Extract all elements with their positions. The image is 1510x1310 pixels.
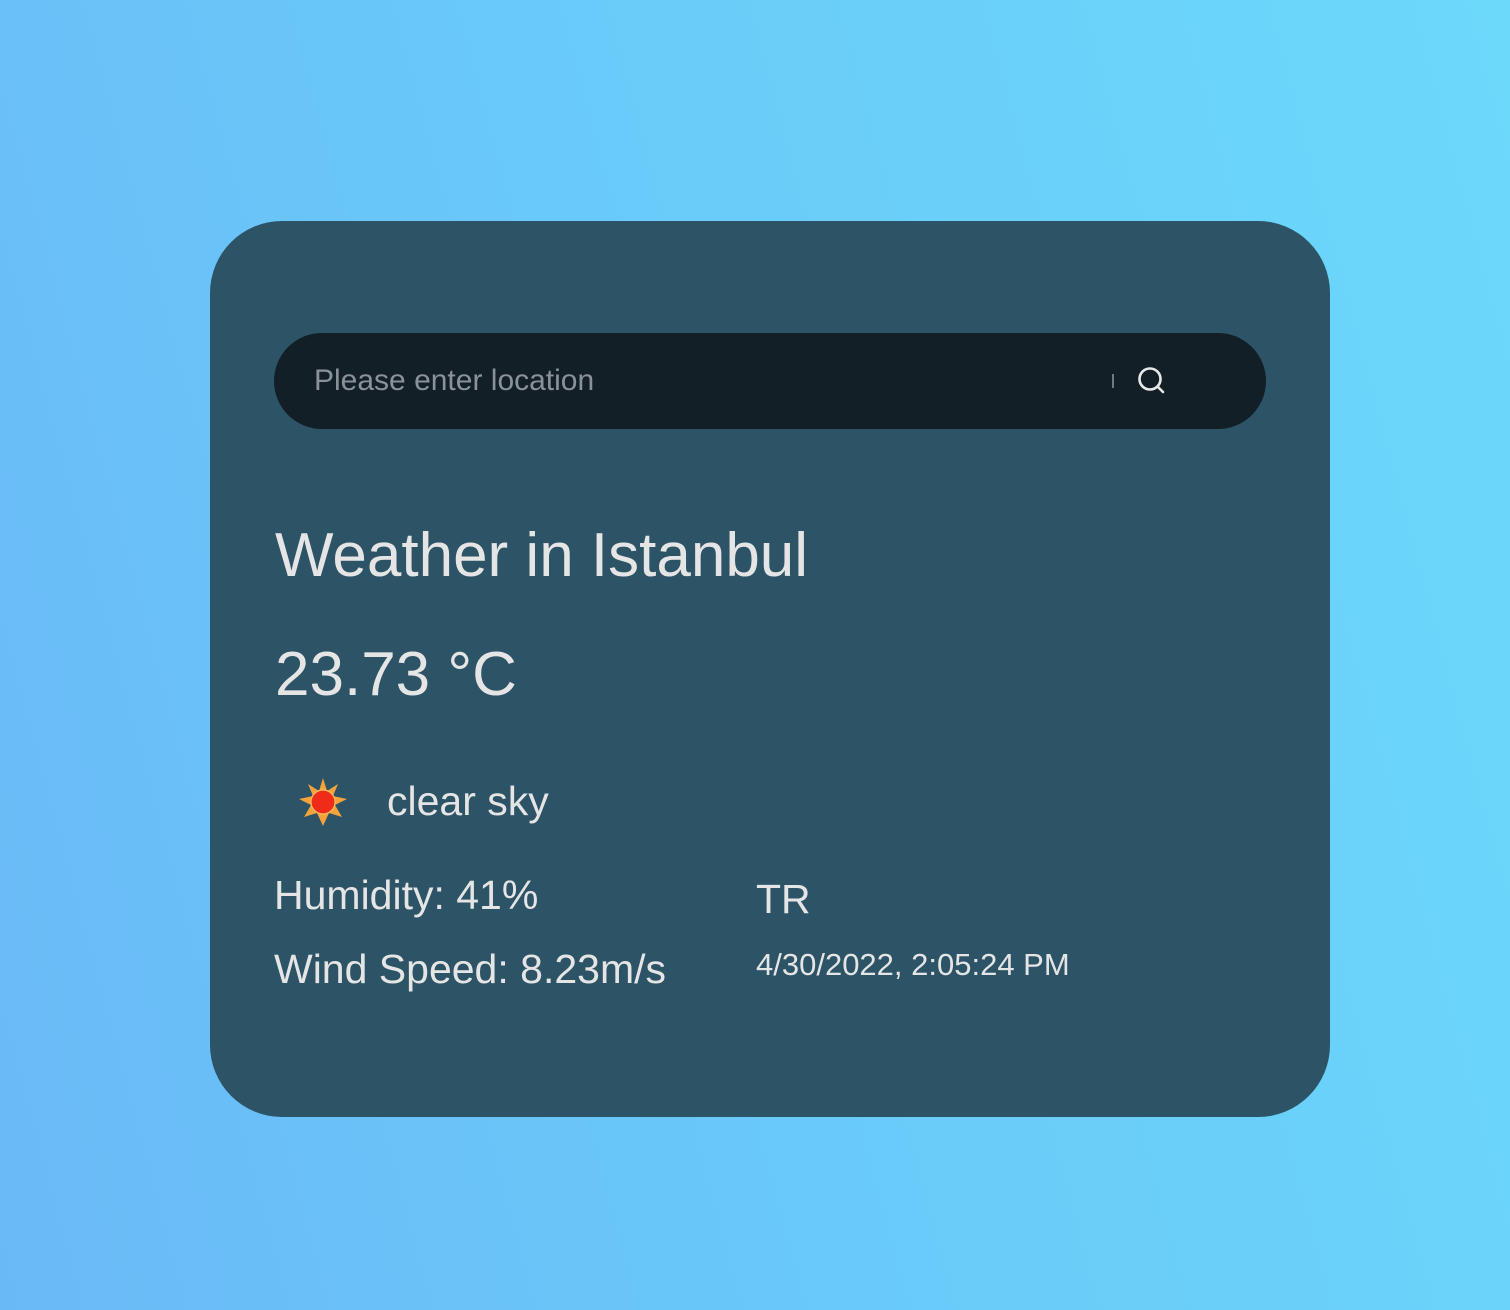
sun-icon [298,777,348,827]
country-code: TR [756,876,811,922]
search-bar [274,333,1266,429]
temperature: 23.73 °C [275,640,517,709]
location-title: Weather in Istanbul [275,521,809,590]
humidity-label: Humidity: 41% [274,872,539,918]
date-time: 4/30/2022, 2:05:24 PM [756,947,1070,982]
search-button[interactable] [1132,361,1172,401]
wind-speed-label: Wind Speed: 8.23m/s [274,946,666,992]
search-icon [1138,367,1165,394]
search-input[interactable] [314,333,1094,429]
search-divider [1112,374,1114,388]
weather-description: clear sky [387,778,549,824]
weather-card: Weather in Istanbul 23.73 °C clear sky H… [210,221,1330,1117]
